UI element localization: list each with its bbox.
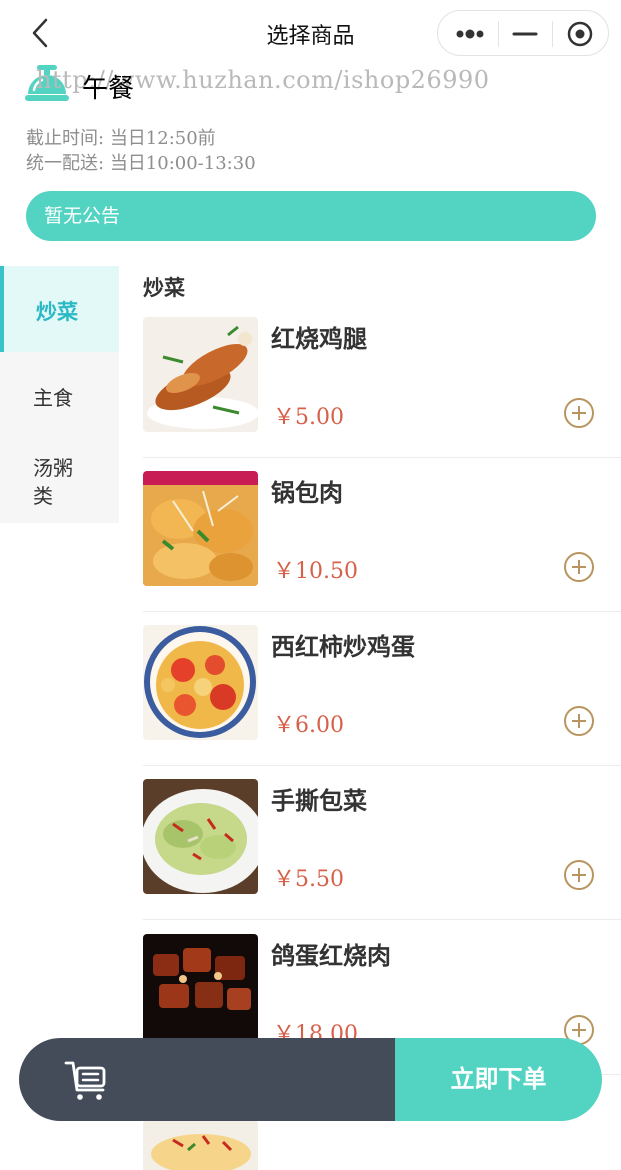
product-item[interactable]: 手撕包菜 ￥5.50 (143, 779, 621, 934)
capsule-divider (552, 21, 553, 47)
product-price: ￥5.50 (273, 867, 344, 892)
deadline-value: 当日12:50前 (109, 128, 216, 149)
meal-title: 午餐 (82, 74, 135, 104)
add-circle-icon[interactable] (563, 859, 595, 891)
divider (143, 457, 621, 458)
category-item-soup[interactable]: 汤粥类 (0, 438, 119, 523)
product-image-braised-pork (143, 934, 258, 1049)
cart-bar: 立即下单 (19, 1038, 602, 1121)
category-item-staple[interactable]: 主食 (0, 352, 119, 438)
mini-program-capsule (437, 10, 609, 56)
category-item-stir-fry[interactable]: 炒菜 (0, 266, 119, 352)
close-target-icon[interactable] (554, 11, 608, 57)
divider (143, 611, 621, 612)
product-name: 锅包肉 (271, 479, 343, 507)
cart-summary[interactable] (19, 1038, 395, 1121)
product-name: 西红柿炒鸡蛋 (271, 633, 415, 661)
delivery-value: 当日10:00-13:30 (109, 153, 256, 174)
product-name: 鸽蛋红烧肉 (271, 942, 391, 970)
product-item[interactable]: 红烧鸡腿 ￥5.00 (143, 317, 621, 472)
navigation-bar: 选择商品 (0, 0, 621, 66)
product-item[interactable]: 西红柿炒鸡蛋 ￥6.00 (143, 625, 621, 780)
product-name: 手撕包菜 (271, 787, 367, 815)
product-image-tomato-egg (143, 625, 258, 740)
category-label: 汤粥类 (33, 456, 73, 508)
delivery-info: 统一配送: 当日10:00-13:30 (26, 149, 256, 175)
product-price: ￥6.00 (273, 713, 344, 738)
delivery-label: 统一配送: (26, 153, 105, 174)
add-circle-icon[interactable] (563, 397, 595, 429)
divider (143, 919, 621, 920)
category-sidebar: 炒菜 主食 汤粥类 (0, 266, 119, 523)
category-label: 主食 (33, 386, 73, 410)
more-dots-icon[interactable] (448, 11, 498, 57)
add-circle-icon[interactable] (563, 705, 595, 737)
capsule-divider (498, 21, 499, 47)
place-order-button[interactable]: 立即下单 (395, 1038, 602, 1121)
notice-banner[interactable]: 暂无公告 (26, 191, 596, 241)
product-item[interactable] (143, 1120, 621, 1170)
category-label: 炒菜 (36, 300, 78, 324)
product-price: ￥10.50 (273, 559, 358, 584)
product-name: 红烧鸡腿 (271, 325, 367, 353)
deadline-info: 截止时间: 当日12:50前 (26, 124, 216, 150)
divider (143, 765, 621, 766)
product-image-guobaorou (143, 471, 258, 586)
product-price: ￥5.00 (273, 405, 344, 430)
product-item[interactable]: 锅包肉 ￥10.50 (143, 471, 621, 626)
product-image-next (143, 1120, 258, 1170)
section-title: 炒菜 (143, 276, 185, 300)
deadline-label: 截止时间: (26, 128, 105, 149)
product-image-braised-chicken-leg (143, 317, 258, 432)
minimize-icon[interactable] (500, 11, 550, 57)
product-image-shredded-cabbage (143, 779, 258, 894)
add-circle-icon[interactable] (563, 551, 595, 583)
shopping-cart-icon[interactable] (63, 1058, 111, 1102)
